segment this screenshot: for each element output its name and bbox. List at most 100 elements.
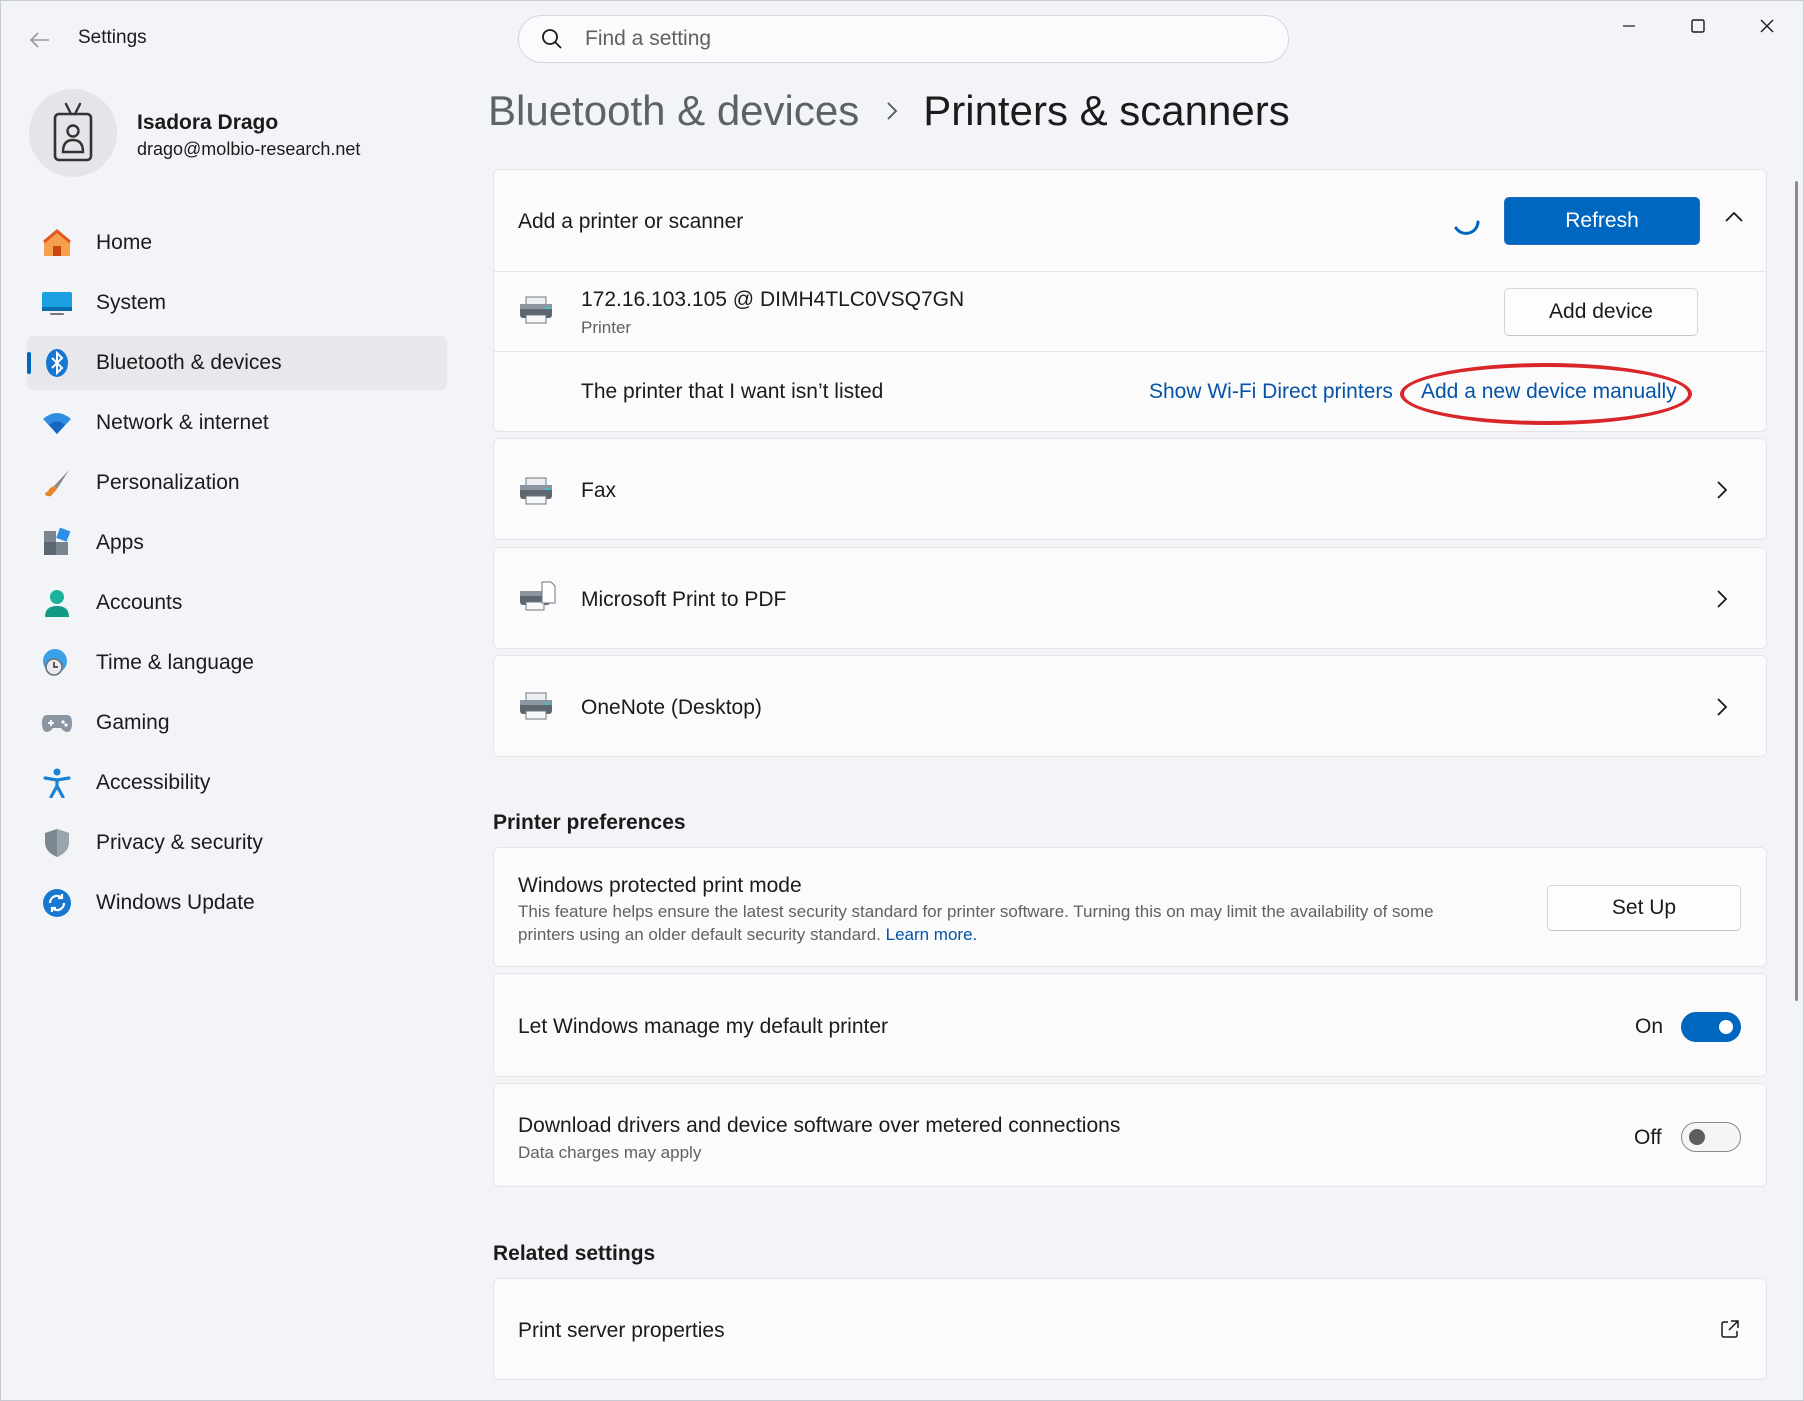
page-title: Printers & scanners — [923, 87, 1290, 134]
sidebar-item-label: Privacy & security — [96, 831, 263, 854]
set-up-button[interactable]: Set Up — [1547, 885, 1741, 931]
default-printer-toggle[interactable] — [1681, 1012, 1741, 1042]
time-language-icon — [41, 647, 73, 679]
toggle-knob — [1689, 1129, 1705, 1145]
refresh-button[interactable]: Refresh — [1504, 197, 1700, 245]
sidebar-item-network[interactable]: Network & internet — [27, 396, 447, 450]
protected-mode-title: Windows protected print mode — [518, 874, 802, 897]
metered-state: Off — [1634, 1126, 1662, 1149]
learn-more-link[interactable]: Learn more. — [886, 925, 978, 944]
sidebar-item-accessibility[interactable]: Accessibility — [27, 756, 447, 810]
app-title: Settings — [78, 27, 147, 48]
sidebar-item-label: Time & language — [96, 651, 254, 674]
metered-toggle[interactable] — [1681, 1122, 1741, 1152]
protected-mode-description: This feature helps ensure the latest sec… — [518, 902, 1434, 921]
user-name: Isadora Drago — [137, 111, 279, 134]
minimize-button[interactable] — [1595, 1, 1663, 51]
printer-item-onenote[interactable]: OneNote (Desktop) — [493, 655, 1767, 757]
search-icon — [539, 26, 565, 52]
found-device-name: 172.16.103.105 @ DIMH4TLC0VSQ7GN — [581, 288, 965, 311]
sidebar-item-privacy-security[interactable]: Privacy & security — [27, 816, 447, 870]
add-printer-header[interactable]: Add a printer or scanner Refresh — [494, 170, 1766, 272]
print-server-properties-card[interactable]: Print server properties — [493, 1278, 1767, 1380]
default-printer-title: Let Windows manage my default printer — [518, 1015, 889, 1038]
search-input[interactable] — [585, 27, 1265, 51]
printer-icon — [518, 477, 556, 507]
minimize-icon — [1623, 25, 1635, 27]
sidebar-item-system[interactable]: System — [27, 276, 447, 330]
not-listed-text: The printer that I want isn’t listed — [581, 380, 884, 403]
sidebar-item-gaming[interactable]: Gaming — [27, 696, 447, 750]
chevron-right-icon — [1712, 480, 1732, 500]
metered-subtitle: Data charges may apply — [518, 1143, 702, 1162]
related-settings-heading: Related settings — [493, 1242, 656, 1265]
maximize-icon — [1691, 19, 1705, 33]
sidebar-item-label: Accessibility — [96, 771, 211, 794]
brush-icon — [41, 467, 73, 499]
printer-item-pdf[interactable]: Microsoft Print to PDF — [493, 547, 1767, 649]
sidebar-item-label: Bluetooth & devices — [96, 351, 282, 374]
sidebar-item-time-language[interactable]: Time & language — [27, 636, 447, 690]
scrollbar[interactable] — [1795, 181, 1798, 1001]
loading-spinner-icon — [1450, 206, 1482, 243]
maximize-button[interactable] — [1664, 1, 1732, 51]
not-listed-row: The printer that I want isn’t listed Sho… — [494, 352, 1766, 432]
back-button[interactable] — [23, 23, 57, 57]
printer-name: Microsoft Print to PDF — [581, 588, 787, 611]
gaming-icon — [41, 707, 73, 739]
system-icon — [41, 287, 73, 319]
search-box[interactable] — [518, 15, 1289, 63]
update-icon — [41, 887, 73, 919]
sidebar-item-accounts[interactable]: Accounts — [27, 576, 447, 630]
settings-window: Settings Isadora Drago drago@ — [0, 0, 1804, 1401]
title-bar: Settings — [1, 1, 1803, 77]
pdf-printer-icon — [518, 581, 556, 611]
sidebar-item-windows-update[interactable]: Windows Update — [27, 876, 447, 930]
add-device-button[interactable]: Add device — [1504, 288, 1698, 336]
sidebar-nav: Home System Bluetooth & devices Network … — [27, 216, 447, 936]
breadcrumb-parent[interactable]: Bluetooth & devices — [488, 87, 859, 135]
user-email: drago@molbio-research.net — [137, 139, 361, 159]
close-icon — [1760, 19, 1774, 33]
toggle-knob — [1719, 1020, 1733, 1034]
found-device-row: 172.16.103.105 @ DIMH4TLC0VSQ7GN Printer… — [494, 272, 1766, 352]
printer-item-fax[interactable]: Fax — [493, 438, 1767, 540]
metered-connection-card: Download drivers and device software ove… — [493, 1083, 1767, 1187]
sidebar-item-label: Accounts — [96, 591, 183, 614]
found-device-type: Printer — [581, 318, 632, 337]
accessibility-icon — [41, 767, 73, 799]
shield-icon — [41, 827, 73, 859]
protected-print-mode-card: Windows protected print mode This featur… — [493, 847, 1767, 967]
sidebar-item-label: Gaming — [96, 711, 170, 734]
sidebar-item-home[interactable]: Home — [27, 216, 447, 270]
printer-name: OneNote (Desktop) — [581, 696, 762, 719]
sidebar-item-label: Apps — [96, 531, 144, 554]
chevron-up-icon[interactable] — [1724, 210, 1744, 229]
sidebar-item-apps[interactable]: Apps — [27, 516, 447, 570]
add-device-manually-link[interactable]: Add a new device manually — [1421, 380, 1677, 404]
description-text: printers using an older default security… — [518, 925, 881, 944]
external-link-icon — [1720, 1319, 1740, 1344]
sidebar-item-label: Windows Update — [96, 891, 255, 914]
avatar — [29, 89, 117, 177]
printer-name: Fax — [581, 479, 617, 502]
accounts-icon — [41, 587, 73, 619]
sidebar-item-bluetooth[interactable]: Bluetooth & devices — [27, 336, 447, 390]
apps-icon — [41, 527, 73, 559]
chevron-right-icon — [1712, 697, 1732, 717]
metered-title: Download drivers and device software ove… — [518, 1114, 1121, 1137]
sidebar-item-label: System — [96, 291, 167, 314]
back-arrow-icon — [30, 32, 49, 48]
sidebar-item-label: Home — [96, 231, 153, 254]
default-printer-card: Let Windows manage my default printer On — [493, 973, 1767, 1077]
printer-icon — [518, 296, 556, 326]
show-wifi-direct-link[interactable]: Show Wi-Fi Direct printers — [1149, 380, 1393, 404]
close-button[interactable] — [1733, 1, 1801, 51]
home-icon — [41, 227, 73, 259]
sidebar-item-personalization[interactable]: Personalization — [27, 456, 447, 510]
sidebar-item-label: Network & internet — [96, 411, 269, 434]
wifi-icon — [41, 407, 73, 439]
bluetooth-icon — [41, 347, 73, 379]
breadcrumb: Bluetooth & devices Printers & scanners — [488, 87, 1290, 135]
chevron-right-icon — [885, 100, 899, 122]
